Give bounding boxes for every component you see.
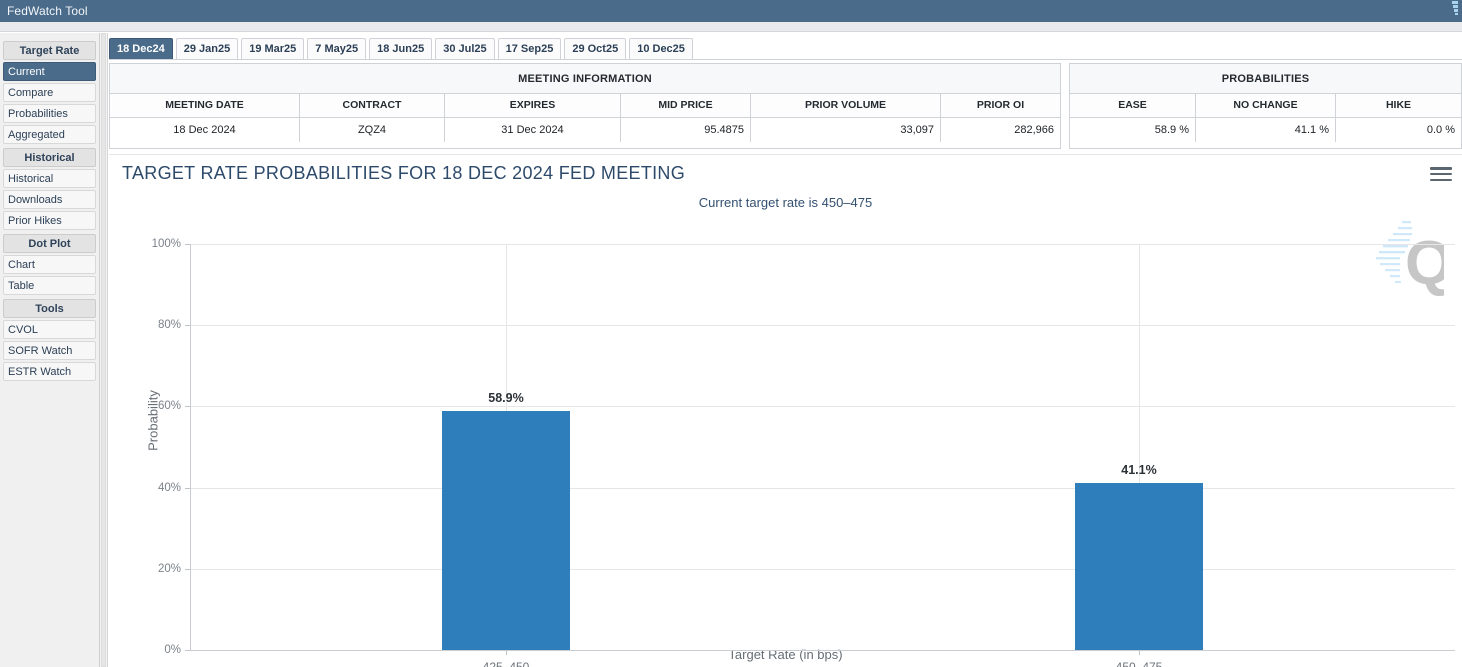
sidebar-item-chart[interactable]: Chart [3, 255, 96, 274]
meeting-cell: ZQZ4 [300, 118, 445, 142]
meeting-cell: 33,097 [751, 118, 941, 142]
meeting-col-header: MEETING DATE [110, 94, 300, 117]
tab-17-sep25[interactable]: 17 Sep25 [498, 38, 562, 59]
tab-18-jun25[interactable]: 18 Jun25 [369, 38, 432, 59]
sidebar-group-target-rate: Target Rate [3, 41, 96, 60]
meeting-table-row: 18 Dec 2024ZQZ431 Dec 202495.487533,0972… [110, 118, 1060, 142]
probability-bar-chart: Probability Target Rate (in bps) 0%20%40… [109, 155, 1462, 667]
y-gridline [190, 488, 1455, 489]
sidebar-item-cvol[interactable]: CVOL [3, 320, 96, 339]
probability-cell: 58.9 % [1070, 118, 1196, 142]
probability-col-header: EASE [1070, 94, 1196, 117]
y-gridline [190, 244, 1455, 245]
sidebar-item-aggregated[interactable]: Aggregated [3, 125, 96, 144]
meeting-cell: 282,966 [941, 118, 1060, 142]
x-tick-label: 425–450 [483, 660, 530, 667]
probabilities-banner: PROBABILITIES [1070, 64, 1461, 94]
probabilities-table-header-row: EASENO CHANGEHIKE [1070, 94, 1461, 118]
sidebar-group-tools: Tools [3, 299, 96, 318]
meeting-col-header: MID PRICE [621, 94, 751, 117]
sidebar-item-downloads[interactable]: Downloads [3, 190, 96, 209]
y-tick-label: 100% [137, 238, 181, 250]
y-gridline [190, 325, 1455, 326]
sidebar-item-compare[interactable]: Compare [3, 83, 96, 102]
meeting-information-table: MEETING INFORMATION MEETING DATECONTRACT… [109, 63, 1061, 149]
tab-29-jan25[interactable]: 29 Jan25 [176, 38, 238, 59]
content-area: 18 Dec2429 Jan2519 Mar257 May2518 Jun253… [109, 33, 1462, 667]
meeting-information-banner: MEETING INFORMATION [110, 64, 1060, 94]
bar-425–450[interactable] [442, 411, 570, 650]
cme-logo-icon [1434, 0, 1460, 22]
sidebar-group-historical: Historical [3, 148, 96, 167]
y-gridline [190, 406, 1455, 407]
y-gridline [190, 650, 1455, 651]
x-tickmark [1139, 650, 1140, 655]
y-tick-label: 40% [137, 482, 181, 494]
meeting-cell: 18 Dec 2024 [110, 118, 300, 142]
header-underline [0, 22, 1462, 32]
meeting-col-header: CONTRACT [300, 94, 445, 117]
tab-29-oct25[interactable]: 29 Oct25 [564, 38, 626, 59]
x-tickmark [506, 650, 507, 655]
sidebar-item-historical[interactable]: Historical [3, 169, 96, 188]
tab-7-may25[interactable]: 7 May25 [307, 38, 366, 59]
sidebar-scrollbar[interactable] [100, 33, 108, 667]
probability-col-header: NO CHANGE [1196, 94, 1336, 117]
tab-30-jul25[interactable]: 30 Jul25 [435, 38, 494, 59]
sidebar-scrollbar-thumb[interactable] [101, 33, 106, 667]
meeting-date-tabs: 18 Dec2429 Jan2519 Mar257 May2518 Jun253… [109, 36, 1462, 60]
probability-cell: 0.0 % [1336, 118, 1461, 142]
meeting-col-header: PRIOR OI [941, 94, 1060, 117]
sidebar: Target Rate Current Compare Probabilities Ag… [0, 33, 100, 667]
y-axis-spine [190, 244, 191, 650]
y-tick-label: 20% [137, 563, 181, 575]
sidebar-item-current[interactable]: Current [3, 62, 96, 81]
tab-10-dec25[interactable]: 10 Dec25 [629, 38, 693, 59]
info-tables-row: MEETING INFORMATION MEETING DATECONTRACT… [109, 63, 1462, 149]
sidebar-item-probabilities[interactable]: Probabilities [3, 104, 96, 123]
tab-19-mar25[interactable]: 19 Mar25 [241, 38, 304, 59]
y-axis-label: Probability [146, 361, 161, 481]
sidebar-item-table[interactable]: Table [3, 276, 96, 295]
bar-value-label: 58.9% [488, 391, 523, 405]
meeting-table-header-row: MEETING DATECONTRACTEXPIRESMID PRICEPRIO… [110, 94, 1060, 118]
y-tick-label: 0% [137, 644, 181, 656]
sidebar-item-prior-hikes[interactable]: Prior Hikes [3, 211, 96, 230]
app-title: FedWatch Tool [0, 4, 88, 18]
y-tick-label: 60% [137, 400, 181, 412]
table-gap [1061, 63, 1069, 149]
meeting-col-header: EXPIRES [445, 94, 621, 117]
y-tick-label: 80% [137, 319, 181, 331]
app-header: FedWatch Tool [0, 0, 1462, 22]
x-tick-label: 450–475 [1116, 660, 1163, 667]
sidebar-item-estr-watch[interactable]: ESTR Watch [3, 362, 96, 381]
y-gridline [190, 569, 1455, 570]
sidebar-item-sofr-watch[interactable]: SOFR Watch [3, 341, 96, 360]
chart-panel: TARGET RATE PROBABILITIES FOR 18 DEC 202… [109, 154, 1462, 667]
probabilities-table: PROBABILITIES EASENO CHANGEHIKE 58.9 %41… [1069, 63, 1462, 149]
bar-value-label: 41.1% [1121, 463, 1156, 477]
probabilities-table-row: 58.9 %41.1 %0.0 % [1070, 118, 1461, 142]
sidebar-group-dot-plot: Dot Plot [3, 234, 96, 253]
meeting-col-header: PRIOR VOLUME [751, 94, 941, 117]
tab-18-dec24[interactable]: 18 Dec24 [109, 38, 173, 59]
meeting-cell: 31 Dec 2024 [445, 118, 621, 142]
probability-cell: 41.1 % [1196, 118, 1336, 142]
y-tickmark [185, 650, 190, 651]
meeting-cell: 95.4875 [621, 118, 751, 142]
bar-450–475[interactable] [1075, 483, 1203, 650]
probability-col-header: HIKE [1336, 94, 1461, 117]
